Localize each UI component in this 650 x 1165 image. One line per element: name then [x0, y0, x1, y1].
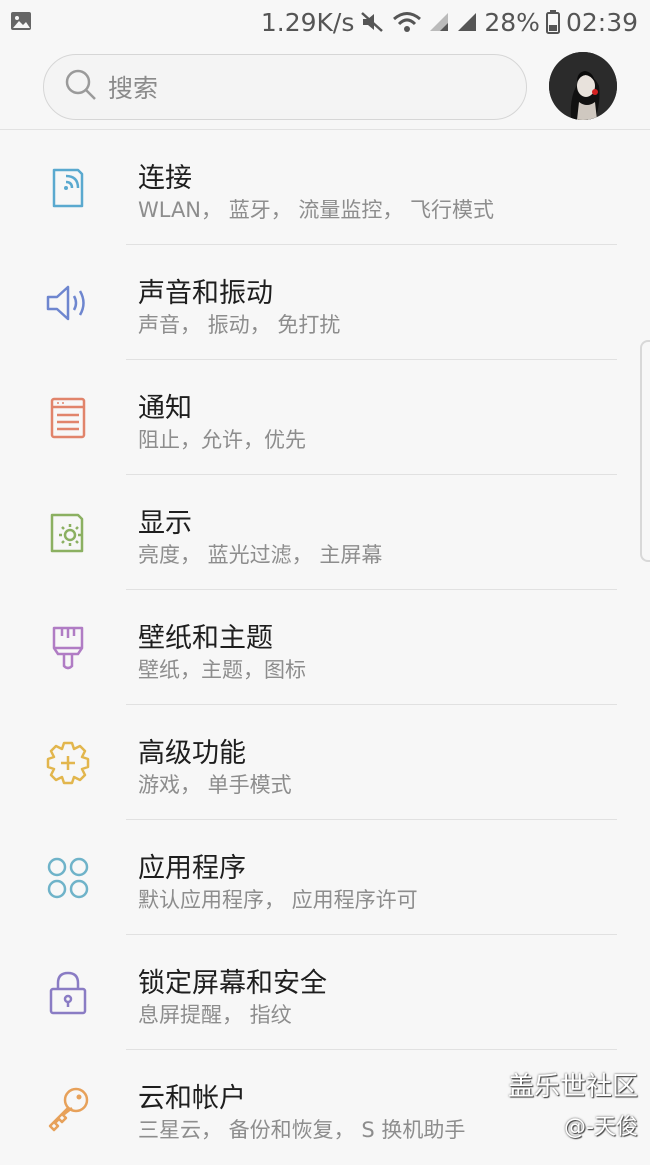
search-placeholder: 搜索 [108, 74, 159, 103]
settings-item-subtitle: 亮度， 蓝光过滤， 主屏幕 [138, 543, 383, 567]
settings-item-title: 锁定屏幕和安全 [138, 968, 327, 999]
settings-item-subtitle: 阻止，允许，优先 [138, 428, 306, 452]
settings-item-subtitle: 游戏， 单手模式 [138, 773, 292, 797]
settings-item-title: 壁纸和主题 [138, 623, 273, 654]
settings-item-subtitle: 壁纸，主题，图标 [138, 658, 306, 682]
settings-item-title: 应用程序 [138, 853, 246, 884]
settings-item-title: 云和帐户 [138, 1083, 246, 1114]
edge-panel-handle[interactable] [640, 340, 650, 562]
settings-item-title: 声音和振动 [138, 278, 273, 309]
battery-icon [545, 10, 560, 34]
watermark-author: @-天俊 [564, 1115, 638, 1140]
battery-percent: 28% [484, 7, 540, 37]
network-speed: 1.29K/s [260, 7, 355, 37]
settings-item-subtitle: 默认应用程序， 应用程序许可 [138, 888, 418, 912]
settings-item-title: 连接 [138, 163, 192, 194]
avatar[interactable] [549, 52, 617, 120]
settings-item-wallpapers-themes[interactable]: 壁纸和主题 壁纸，主题，图标 [0, 590, 650, 705]
speaker-icon [44, 279, 92, 327]
settings-item-sound[interactable]: 声音和振动 声音， 振动， 免打扰 [0, 245, 650, 360]
display-icon [44, 509, 92, 557]
apps-icon [44, 854, 92, 902]
settings-item-notifications[interactable]: 通知 阻止，允许，优先 [0, 360, 650, 475]
header: 搜索 [0, 44, 650, 130]
watermark-community: 盖乐世社区 [507, 1072, 638, 1102]
settings-item-title: 高级功能 [138, 738, 246, 769]
status-bar: 1.29K/s 28% 02:39 [0, 0, 650, 44]
paintbrush-icon [44, 624, 92, 672]
settings-item-display[interactable]: 显示 亮度， 蓝光过滤， 主屏幕 [0, 475, 650, 590]
settings-item-title: 通知 [138, 393, 192, 424]
clock: 02:39 [565, 7, 638, 37]
settings-item-subtitle: 声音， 振动， 免打扰 [138, 313, 341, 337]
settings-item-title: 显示 [138, 508, 192, 539]
search-bar[interactable]: 搜索 [43, 54, 527, 120]
settings-item-subtitle: WLAN， 蓝牙， 流量监控， 飞行模式 [138, 198, 495, 222]
settings-item-apps[interactable]: 应用程序 默认应用程序， 应用程序许可 [0, 820, 650, 935]
settings-list: 连接 WLAN， 蓝牙， 流量监控， 飞行模式 声音和振动 声音， 振动， 免打… [0, 130, 650, 1165]
signal-e-icon [428, 11, 450, 33]
advanced-gear-icon [44, 739, 92, 787]
settings-item-lock-screen-security[interactable]: 锁定屏幕和安全 息屏提醒， 指纹 [0, 935, 650, 1050]
connection-icon [44, 164, 92, 212]
wifi-icon [392, 11, 422, 33]
lock-icon [44, 969, 92, 1017]
gallery-notification-icon [10, 8, 32, 37]
search-icon [64, 68, 98, 106]
settings-item-advanced-features[interactable]: 高级功能 游戏， 单手模式 [0, 705, 650, 820]
settings-item-connections[interactable]: 连接 WLAN， 蓝牙， 流量监控， 飞行模式 [0, 130, 650, 245]
key-icon [44, 1084, 92, 1132]
notification-icon [44, 394, 92, 442]
settings-item-subtitle: 三星云， 备份和恢复， S 换机助手 [138, 1118, 466, 1142]
watermark: 盖乐世社区 @-天俊 [508, 1066, 638, 1141]
settings-item-subtitle: 息屏提醒， 指纹 [138, 1003, 292, 1027]
mute-vibrate-icon [360, 11, 386, 33]
signal-4g-icon [456, 11, 478, 33]
